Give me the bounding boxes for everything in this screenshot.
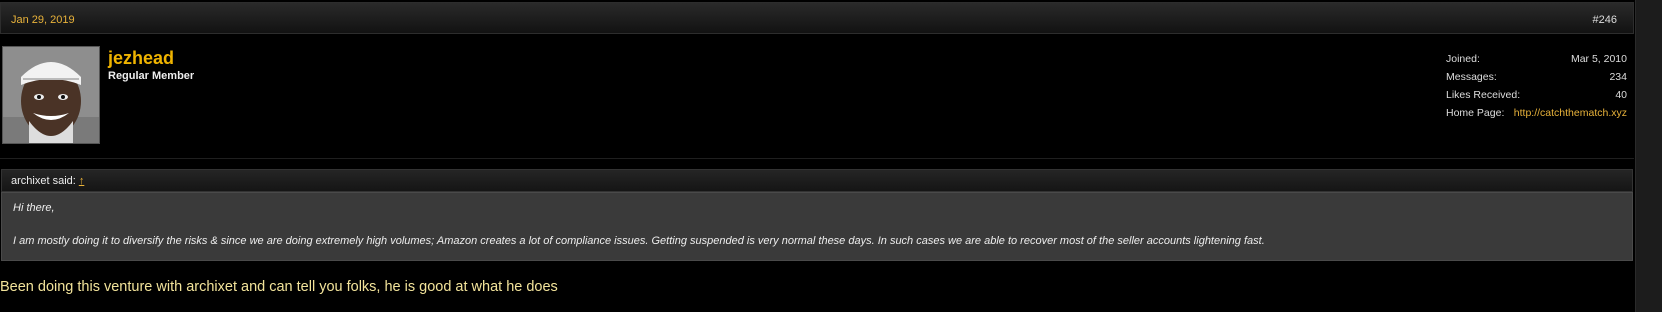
stat-label: Joined: xyxy=(1446,53,1480,65)
post-message: Been doing this venture with archixet an… xyxy=(0,279,558,295)
stat-row-joined: Joined: Mar 5, 2010 xyxy=(1446,53,1627,71)
quote-body: Hi there, I am mostly doing it to divers… xyxy=(1,192,1633,261)
homepage-link[interactable]: http://catchthematch.xyz xyxy=(1514,107,1627,119)
page-scrollbar-rail[interactable] xyxy=(1635,0,1662,312)
stat-value[interactable]: 234 xyxy=(1609,71,1627,83)
post-date[interactable]: Jan 29, 2019 xyxy=(11,14,75,26)
stat-value: 40 xyxy=(1615,89,1627,101)
stat-label: Home Page: xyxy=(1446,107,1505,119)
user-avatar[interactable] xyxy=(2,46,100,144)
post-header: Jan 29, 2019 #246 xyxy=(0,2,1634,34)
user-stats: Joined: Mar 5, 2010 Messages: 234 Likes … xyxy=(1446,53,1627,125)
post-permalink-number[interactable]: #246 xyxy=(1593,14,1617,26)
stat-row-messages: Messages: 234 xyxy=(1446,71,1627,89)
quote-text-line: Hi there, xyxy=(13,202,55,214)
quote-author: archixet said: ↑ xyxy=(11,175,84,187)
user-title: Regular Member xyxy=(108,70,195,82)
quote-text-line: I am mostly doing it to diversify the ri… xyxy=(13,235,1265,247)
username-link[interactable]: jezhead xyxy=(108,48,174,69)
avatar-image xyxy=(3,47,99,143)
quote-jump-link[interactable]: ↑ xyxy=(79,175,85,187)
stat-label: Likes Received: xyxy=(1446,89,1521,101)
stat-value: Mar 5, 2010 xyxy=(1570,53,1627,65)
stat-row-homepage: Home Page: http://catchthematch.xyz xyxy=(1446,107,1627,125)
quote-header: archixet said: ↑ xyxy=(1,169,1633,192)
stat-label: Messages: xyxy=(1446,71,1497,83)
quote-author-label: archixet said: xyxy=(11,175,76,187)
stat-row-likes: Likes Received: 40 xyxy=(1446,89,1627,107)
divider xyxy=(0,158,1634,159)
